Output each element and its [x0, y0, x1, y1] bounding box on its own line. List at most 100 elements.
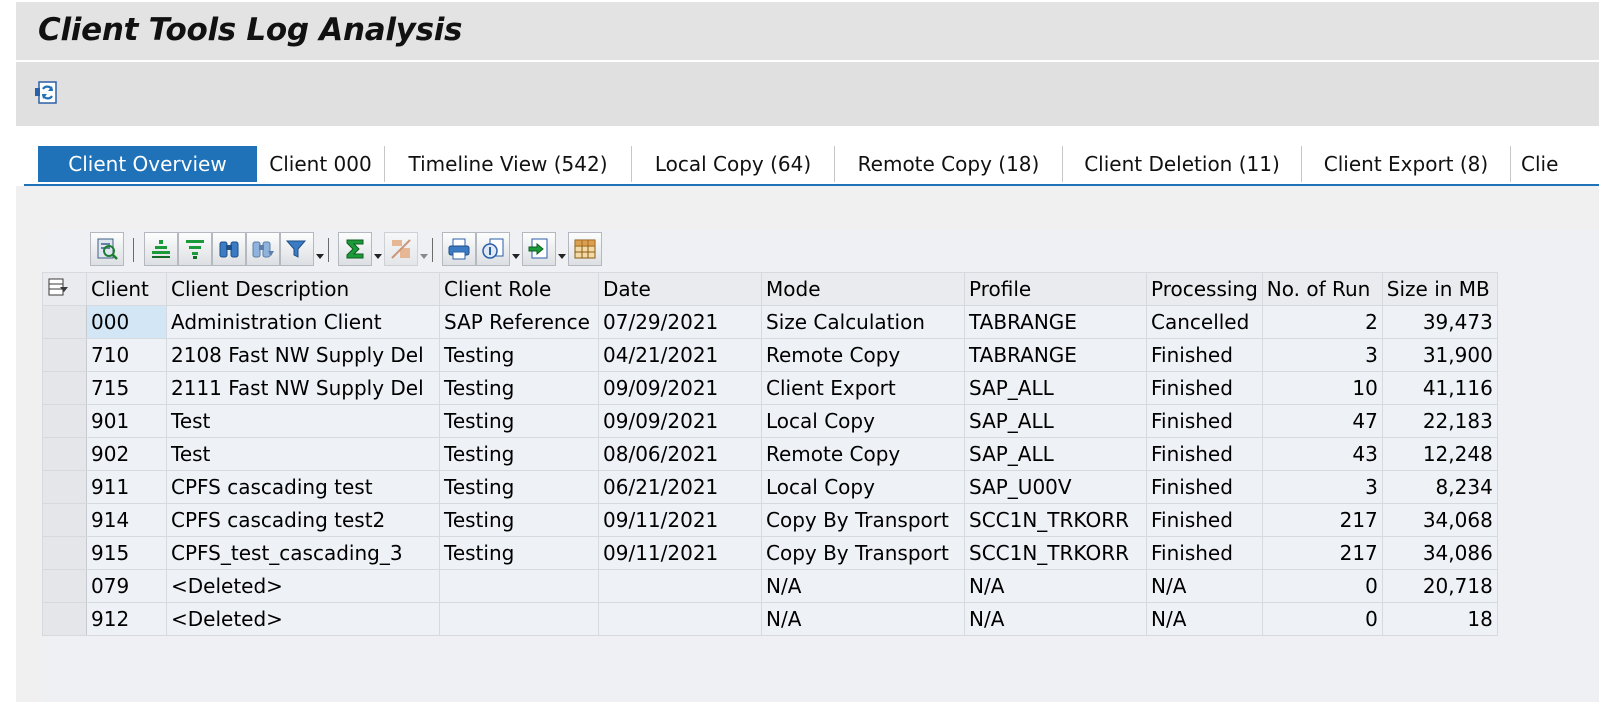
cell-size-in-mb[interactable]: 39,473	[1381, 305, 1498, 339]
cell-processing[interactable]: N/A	[1146, 602, 1263, 636]
sum-button[interactable]	[338, 232, 372, 266]
cell-client[interactable]: 710	[86, 338, 167, 372]
cell-profile[interactable]: N/A	[964, 602, 1147, 636]
tab-client-more[interactable]: Clie	[1511, 146, 1599, 182]
cell-date[interactable]: 09/11/2021	[598, 503, 762, 537]
cell-processing[interactable]: Finished	[1146, 371, 1263, 405]
cell-client-description[interactable]: Administration Client	[166, 305, 440, 339]
cell-profile[interactable]: SAP_ALL	[964, 371, 1147, 405]
cell-size-in-mb[interactable]: 18	[1381, 602, 1498, 636]
cell-no-of-run[interactable]: 43	[1261, 437, 1383, 471]
cell-client-role[interactable]: SAP Reference	[439, 305, 599, 339]
cell-mode[interactable]: Copy By Transport	[761, 536, 965, 570]
cell-client[interactable]: 912	[86, 602, 167, 636]
filter-dropdown-icon[interactable]	[316, 254, 324, 259]
tab-client-export[interactable]: Client Export (8)	[1302, 146, 1511, 182]
cell-no-of-run[interactable]: 217	[1261, 536, 1383, 570]
cell-mode[interactable]: N/A	[761, 602, 965, 636]
filter-button[interactable]	[280, 232, 314, 266]
cell-mode[interactable]: Remote Copy	[761, 437, 965, 471]
cell-profile[interactable]: SAP_ALL	[964, 437, 1147, 471]
cell-client[interactable]: 000	[86, 305, 167, 339]
column-header-profile[interactable]: Profile	[964, 272, 1147, 306]
cell-processing[interactable]: Finished	[1146, 437, 1263, 471]
column-header-client-role[interactable]: Client Role	[439, 272, 599, 306]
cell-date[interactable]: 07/29/2021	[598, 305, 762, 339]
cell-processing[interactable]: Finished	[1146, 404, 1263, 438]
cell-date[interactable]: 09/09/2021	[598, 371, 762, 405]
cell-client-description[interactable]: 2111 Fast NW Supply Del	[166, 371, 440, 405]
column-header-size-in-mb[interactable]: Size in MB	[1381, 272, 1498, 306]
cell-client-description[interactable]: <Deleted>	[166, 569, 440, 603]
cell-client-role[interactable]: Testing	[439, 338, 599, 372]
cell-date[interactable]	[598, 569, 762, 603]
tab-timeline-view[interactable]: Timeline View (542)	[385, 146, 632, 182]
cell-client[interactable]: 911	[86, 470, 167, 504]
cell-client-role[interactable]: Testing	[439, 503, 599, 537]
cell-processing[interactable]: Finished	[1146, 338, 1263, 372]
cell-mode[interactable]: Remote Copy	[761, 338, 965, 372]
sort-descending-button[interactable]	[178, 232, 212, 266]
row-selector[interactable]	[42, 338, 87, 372]
cell-date[interactable]	[598, 602, 762, 636]
cell-mode[interactable]: N/A	[761, 569, 965, 603]
table-row[interactable]: 079 <Deleted> N/A N/A N/A 0 20,718	[42, 569, 1498, 603]
cell-no-of-run[interactable]: 0	[1261, 569, 1383, 603]
cell-client-description[interactable]: Test	[166, 404, 440, 438]
column-header-no-of-run[interactable]: No. of Run	[1261, 272, 1383, 306]
row-selector[interactable]	[42, 503, 87, 537]
export-dropdown-icon[interactable]	[558, 254, 566, 259]
cell-mode[interactable]: Copy By Transport	[761, 503, 965, 537]
cell-profile[interactable]: SAP_U00V	[964, 470, 1147, 504]
cell-no-of-run[interactable]: 2	[1261, 305, 1383, 339]
layout-select-button[interactable]	[42, 272, 87, 306]
table-row[interactable]: 710 2108 Fast NW Supply Del Testing 04/21/2…	[42, 338, 1498, 372]
column-header-client[interactable]: Client	[86, 272, 167, 306]
export-button[interactable]	[522, 232, 556, 266]
row-selector[interactable]	[42, 305, 87, 339]
cell-profile[interactable]: N/A	[964, 569, 1147, 603]
find-button[interactable]	[212, 232, 246, 266]
cell-client-role[interactable]: Testing	[439, 470, 599, 504]
cell-profile[interactable]: SCC1N_TRKORR	[964, 536, 1147, 570]
column-header-mode[interactable]: Mode	[761, 272, 965, 306]
cell-mode[interactable]: Local Copy	[761, 404, 965, 438]
sort-ascending-button[interactable]	[144, 232, 178, 266]
cell-profile[interactable]: TABRANGE	[964, 305, 1147, 339]
cell-profile[interactable]: SCC1N_TRKORR	[964, 503, 1147, 537]
find-next-button[interactable]	[246, 232, 280, 266]
cell-client-description[interactable]: CPFS cascading test	[166, 470, 440, 504]
view-button[interactable]	[476, 232, 510, 266]
cell-no-of-run[interactable]: 10	[1261, 371, 1383, 405]
cell-size-in-mb[interactable]: 20,718	[1381, 569, 1498, 603]
table-row[interactable]: 915 CPFS_test_cascading_3 Testing 09/11/202…	[42, 536, 1498, 570]
cell-size-in-mb[interactable]: 31,900	[1381, 338, 1498, 372]
cell-client[interactable]: 079	[86, 569, 167, 603]
cell-date[interactable]: 08/06/2021	[598, 437, 762, 471]
cell-processing[interactable]: Finished	[1146, 536, 1263, 570]
cell-no-of-run[interactable]: 3	[1261, 338, 1383, 372]
tab-client-000[interactable]: Client 000	[257, 146, 385, 182]
subtotal-dropdown-icon[interactable]	[420, 254, 428, 259]
cell-client-role[interactable]: Testing	[439, 536, 599, 570]
cell-date[interactable]: 09/09/2021	[598, 404, 762, 438]
table-row[interactable]: 914 CPFS cascading test2 Testing 09/11/2021…	[42, 503, 1498, 537]
tab-remote-copy[interactable]: Remote Copy (18)	[835, 146, 1063, 182]
cell-no-of-run[interactable]: 217	[1261, 503, 1383, 537]
table-row[interactable]: 901 Test Testing 09/09/2021 Local Copy SAP_AL…	[42, 404, 1498, 438]
cell-client[interactable]: 901	[86, 404, 167, 438]
details-button[interactable]	[90, 232, 124, 266]
tab-client-overview[interactable]: Client Overview	[38, 146, 257, 182]
cell-client-description[interactable]: Test	[166, 437, 440, 471]
row-selector[interactable]	[42, 470, 87, 504]
cell-client-description[interactable]: <Deleted>	[166, 602, 440, 636]
cell-no-of-run[interactable]: 47	[1261, 404, 1383, 438]
column-header-date[interactable]: Date	[598, 272, 762, 306]
cell-mode[interactable]: Local Copy	[761, 470, 965, 504]
cell-client[interactable]: 902	[86, 437, 167, 471]
cell-size-in-mb[interactable]: 22,183	[1381, 404, 1498, 438]
tab-local-copy[interactable]: Local Copy (64)	[632, 146, 835, 182]
print-button[interactable]	[442, 232, 476, 266]
cell-client-role[interactable]: Testing	[439, 404, 599, 438]
row-selector[interactable]	[42, 569, 87, 603]
